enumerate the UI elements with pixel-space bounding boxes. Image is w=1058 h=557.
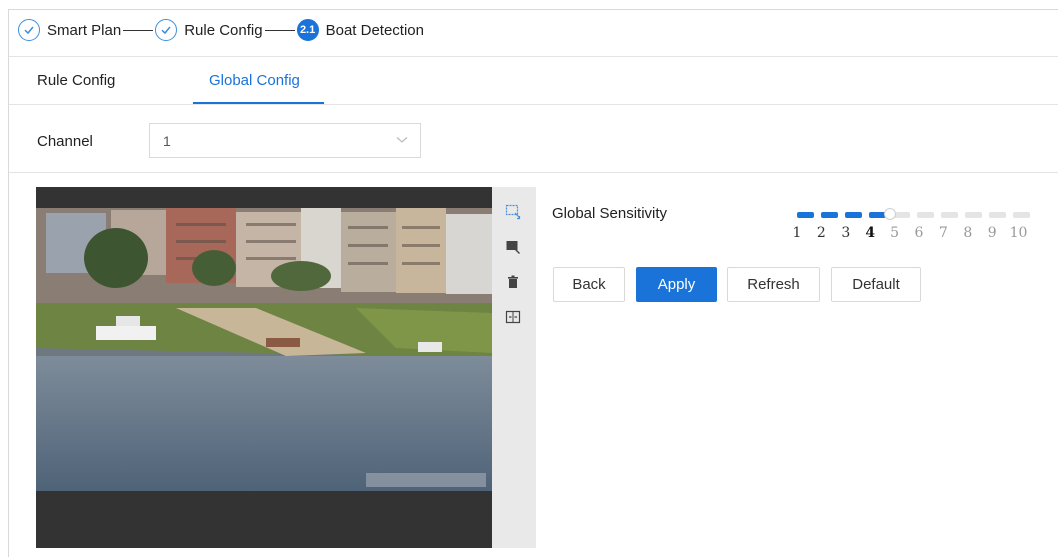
slider-thumb[interactable]: [883, 208, 896, 220]
step-label: Boat Detection: [325, 21, 424, 39]
slider-segment[interactable]: [821, 212, 838, 218]
tab-rule-config[interactable]: Rule Config: [37, 72, 115, 89]
step-indicator: Smart Plan Rule Config 2.1 Boat Detectio…: [18, 17, 424, 43]
step-smart-plan[interactable]: Smart Plan: [18, 19, 121, 41]
slider-tick-label: 6: [914, 225, 924, 241]
draw-rule-icon: [505, 204, 521, 220]
divider: [9, 104, 1058, 105]
video-toolbar: [500, 201, 526, 341]
check-icon: [18, 19, 40, 41]
slider-tick-label: 5: [890, 225, 900, 241]
channel-value: 1: [163, 133, 171, 149]
default-button[interactable]: Default: [831, 267, 921, 302]
refresh-button[interactable]: Refresh: [727, 267, 820, 302]
split-view-button[interactable]: [502, 306, 524, 328]
slider-segment[interactable]: [989, 212, 1006, 218]
slider-tick-label: 2: [816, 225, 826, 241]
tab-global-config[interactable]: Global Config: [209, 72, 300, 89]
channel-label: Channel: [37, 133, 93, 150]
step-rule-config[interactable]: Rule Config: [155, 19, 263, 41]
slider-segment[interactable]: [1013, 212, 1030, 218]
draw-rule-button[interactable]: [502, 201, 524, 223]
channel-select[interactable]: 1: [149, 123, 421, 158]
divider: [9, 172, 1058, 173]
step-badge: 2.1: [296, 19, 319, 41]
slider-tick-label: 7: [938, 225, 948, 241]
divider: [9, 56, 1058, 57]
slider-tick-label: 4: [865, 225, 876, 241]
slider-segment[interactable]: [845, 212, 862, 218]
slider-tick-label: 3: [841, 225, 851, 241]
apply-button[interactable]: Apply: [636, 267, 717, 302]
split-view-icon: [505, 310, 521, 324]
video-player[interactable]: [36, 187, 492, 548]
slider-tick-label: 10: [1009, 225, 1028, 241]
slider-tick-label: 8: [963, 225, 973, 241]
step-boat-detection[interactable]: 2.1 Boat Detection: [296, 19, 424, 41]
sensitivity-slider[interactable]: [797, 208, 1030, 220]
live-video-image: [36, 208, 492, 491]
delete-button[interactable]: [502, 271, 524, 293]
draw-area-button[interactable]: [502, 236, 524, 258]
slider-segment[interactable]: [965, 212, 982, 218]
sensitivity-ticks: 1 2 3 4 5 6 7 8 9 10: [790, 225, 1040, 243]
step-label: Rule Config: [184, 21, 263, 39]
global-sensitivity-label: Global Sensitivity: [552, 205, 668, 222]
slider-segment[interactable]: [893, 212, 910, 218]
step-connector: [123, 29, 154, 31]
video-panel: [36, 187, 536, 548]
slider-tick-label: 9: [987, 225, 997, 241]
draw-area-icon: [506, 241, 520, 254]
delete-icon: [508, 275, 518, 288]
slider-segment[interactable]: [917, 212, 934, 218]
chevron-down-icon: [396, 137, 408, 143]
slider-segment[interactable]: [797, 212, 814, 218]
check-icon: [155, 19, 178, 41]
slider-segment[interactable]: [941, 212, 958, 218]
step-connector: [264, 29, 295, 31]
back-button[interactable]: Back: [553, 267, 625, 302]
step-label: Smart Plan: [47, 21, 122, 39]
slider-tick-label: 1: [792, 225, 802, 241]
